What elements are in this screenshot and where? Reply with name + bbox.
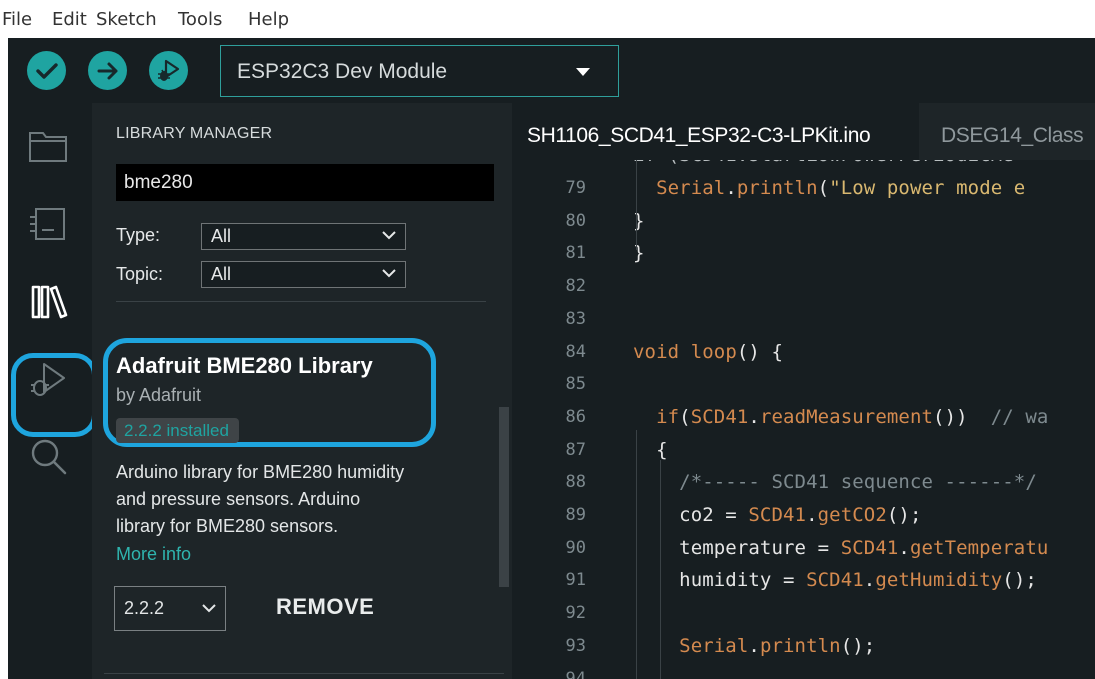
menu-tools[interactable]: Tools [178,9,222,30]
code-text: } [633,242,645,265]
debug-button[interactable] [149,51,188,90]
library-manager-button[interactable] [27,279,73,325]
chevron-down-icon [576,68,590,76]
ide-window: ESP32C3 Dev Module LIBRARY MANAGER bme28… [8,38,1095,679]
chevron-down-icon [382,231,396,240]
line-number: 79 [565,178,586,198]
board-icon [30,208,65,240]
code-text: Serial.println(); [679,634,876,657]
code-area[interactable]: if (SCD41.startLowPowerPeriodicMe 79 Ser… [512,160,1095,679]
indent-guide [636,160,637,250]
code-text: /*----- SCD41 sequence ------*/ [633,471,1037,494]
indent-guide [660,460,661,679]
line-number: 83 [565,308,586,329]
code-text: { [633,438,668,461]
line-number: 84 [565,341,586,362]
upload-button[interactable] [88,51,127,90]
library-manager-panel: LIBRARY MANAGER Topic: Type: All All Ada… [92,103,512,679]
code-text: temperature = SCD41.getTemperatu [633,536,1049,559]
search-button[interactable] [25,433,71,479]
chevron-down-icon [382,269,396,278]
topic-value: All [211,264,232,284]
scrollbar-thumb[interactable] [499,407,509,587]
editor-tab-bar: SH1106_SCD41_ESP32-C3-LPKit.ino DSEG14_C… [512,103,1095,160]
board-label: ESP32C3 Dev Module [237,60,448,83]
line-number: 82 [565,276,586,297]
boards-manager-button[interactable] [25,201,71,247]
sketchbook-button[interactable] [25,123,71,169]
library-name: Adafruit BME280 Library [116,353,373,378]
tab-label: SH1106_SCD41_ESP32-C3-LPKit.ino [527,124,871,147]
line-number: 91 [565,570,586,591]
topic-label: Topic: [116,264,164,284]
line-number: 90 [565,537,586,558]
line-number: 93 [565,635,586,656]
checkmark-icon [35,62,58,79]
chevron-down-icon [202,604,216,613]
line-number: 88 [565,472,586,493]
board-selector[interactable]: ESP32C3 Dev Module [220,45,619,97]
version-value: 2.2.2 [124,598,165,618]
folder-icon [29,132,67,162]
code-text: humidity = SCD41.getHumidity(); [633,569,1037,592]
code-text: co2 = SCD41.getCO2(); [633,504,922,526]
line-number: 81 [565,243,586,264]
menu-help[interactable]: Help [248,9,289,30]
debugger-button[interactable] [25,357,71,403]
debug-icon [31,363,65,396]
type-select[interactable]: All [201,223,406,250]
code-text: Serial.println("Low power mode e [656,177,1026,199]
arrow-right-icon [97,62,117,79]
code-text: void loop() { [633,340,784,363]
library-description-line: library for BME280 sensors. [116,516,339,536]
divider [116,301,486,302]
menu-edit[interactable]: Edit [52,9,87,30]
library-description-line: Arduino library for BME280 humidity [116,462,405,482]
tab-active[interactable]: SH1106_SCD41_ESP32-C3-LPKit.ino [512,103,919,160]
line-number: 87 [565,439,586,460]
verify-button[interactable] [27,51,66,90]
code-text: if (SCD41.startLowPowerPeriodicMe [633,160,1014,166]
tab-inactive[interactable]: DSEG14_Class [919,103,1095,160]
code-text: } [633,209,645,232]
search-icon [31,439,67,475]
menu-bar: File Edit Sketch Tools Help [0,0,1095,38]
line-number: 86 [565,406,586,427]
type-label: Type: [116,225,161,245]
type-value: All [211,226,232,246]
indent-guide [636,430,637,679]
code-editor: SH1106_SCD41_ESP32-C3-LPKit.ino DSEG14_C… [512,103,1095,679]
code-line: if (SCD41.startLowPowerPeriodicMe [512,160,1014,172]
menu-file[interactable]: File [2,9,32,30]
line-number: 85 [565,374,586,395]
code-text: if(SCD41.readMeasurement()) // wa [656,405,1049,428]
library-icon [31,285,68,319]
line-number: 92 [565,603,586,624]
divider [104,673,504,674]
panel-title: LIBRARY MANAGER [116,125,273,142]
activity-bar [8,103,97,679]
library-description-line: and pressure sensors. Arduino [116,489,361,509]
menu-sketch[interactable]: Sketch [96,9,157,30]
library-author: by Adafruit [116,385,202,405]
remove-button[interactable]: REMOVE [276,594,374,620]
tab-label: DSEG14_Class [941,124,1084,147]
line-number: 80 [565,210,586,231]
version-select[interactable]: 2.2.2 [114,586,226,631]
library-search-input[interactable] [116,164,494,201]
debug-icon [157,59,179,81]
line-number: 94 [565,668,586,679]
toolbar: ESP32C3 Dev Module [8,38,1095,103]
line-number: 89 [565,505,586,525]
topic-select[interactable]: All [201,261,406,288]
installed-badge: 2.2.2 installed [116,418,239,443]
more-info-link[interactable]: More info [116,544,191,565]
